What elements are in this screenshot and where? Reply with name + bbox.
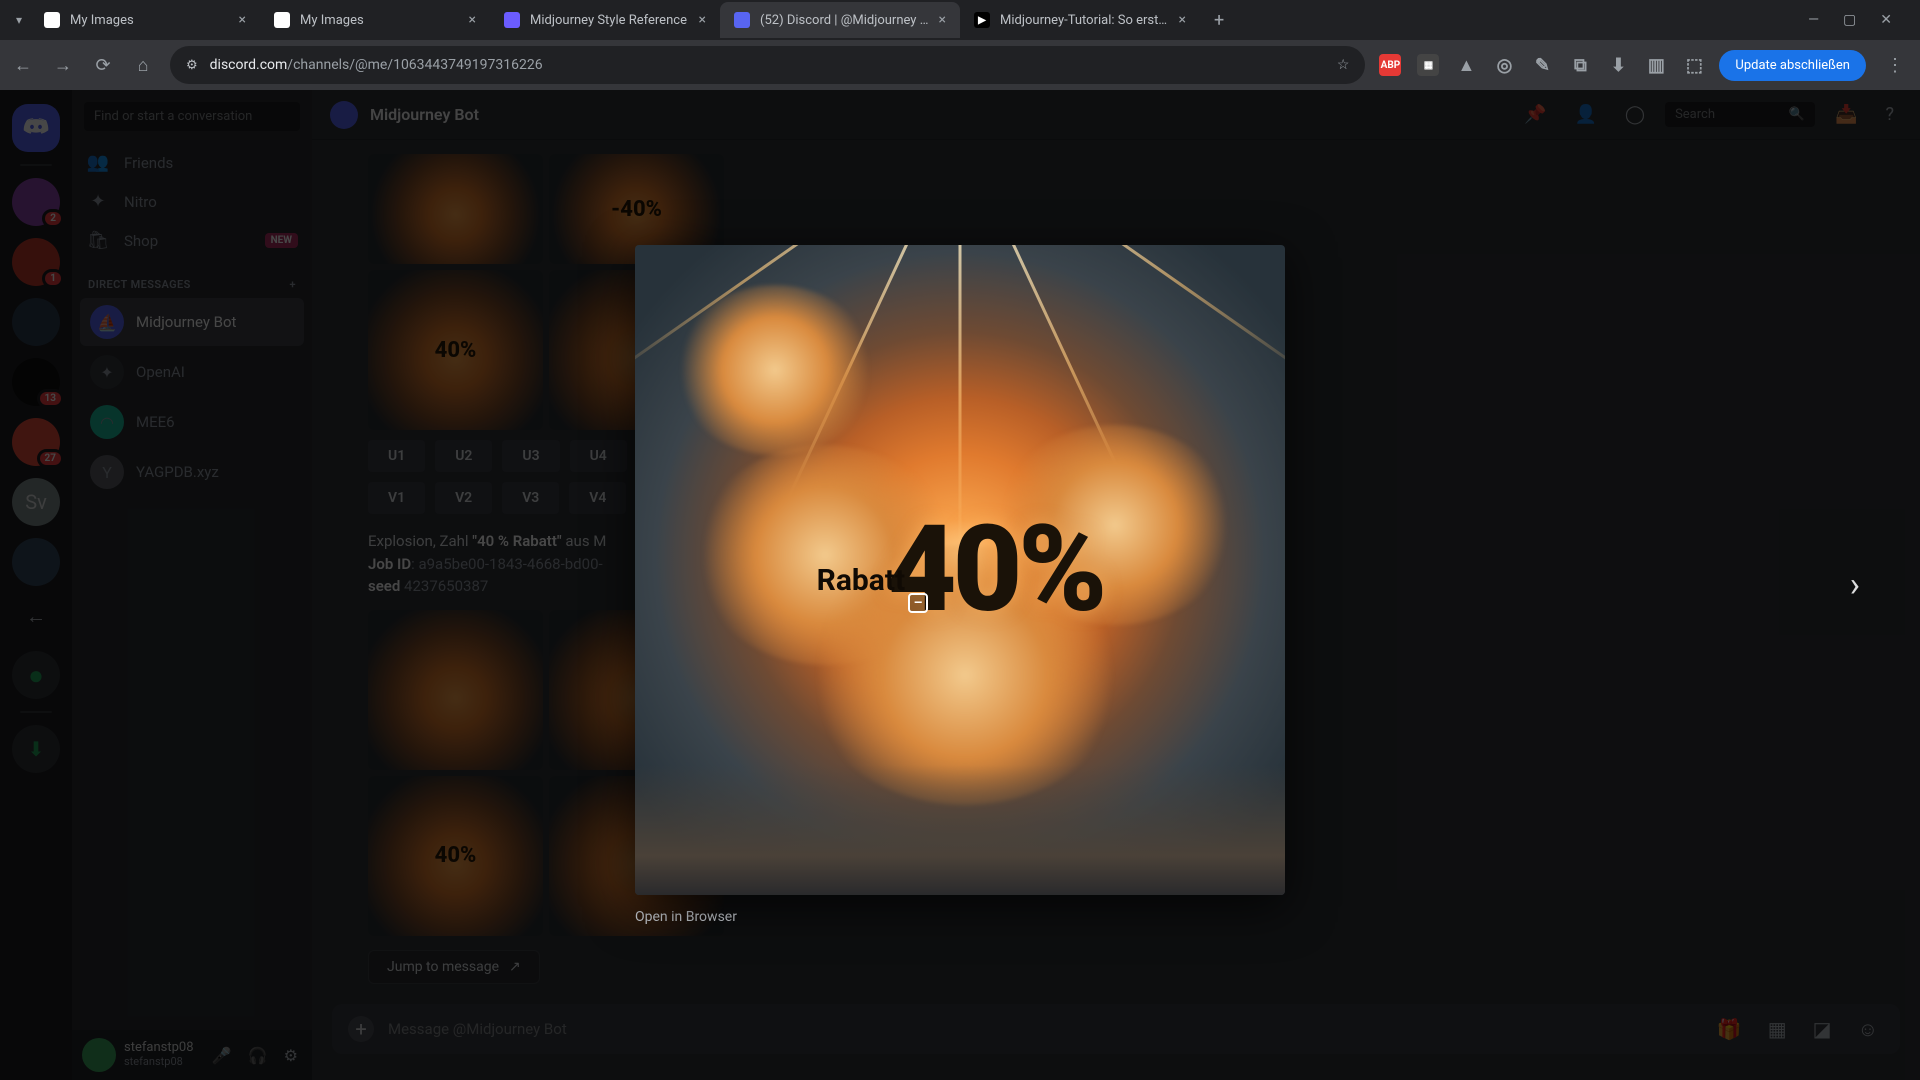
open-in-browser-link[interactable]: Open in Browser [635,895,1285,925]
tab-4[interactable]: ▶ Midjourney-Tutorial: So erstell × [960,2,1200,38]
address-bar[interactable]: ⚙ discord.com/channels/@me/1063443749197… [170,46,1365,84]
tab-title: Midjourney-Tutorial: So erstell [1000,13,1169,28]
update-button[interactable]: Update abschließen [1719,50,1866,81]
tab-title: My Images [70,13,229,28]
url-path: /channels/@me/1063443749197316226 [287,57,542,73]
favicon [734,12,750,28]
favicon [274,12,290,28]
close-icon[interactable]: × [939,12,946,28]
close-icon[interactable]: × [1179,12,1186,28]
tab-3[interactable]: (52) Discord | @Midjourney Bot × [720,2,960,38]
extension-icon[interactable]: ◎ [1493,54,1515,76]
url-domain: discord.com [210,57,288,73]
profile-avatar-icon[interactable]: ⬚ [1683,54,1705,76]
window-maximize[interactable]: ▢ [1843,12,1856,28]
favicon [504,12,520,28]
image-text-40pct: 40% [887,500,1103,640]
downloads-icon[interactable]: ⬇ [1607,54,1629,76]
extension-icon[interactable]: ✎ [1531,54,1553,76]
tab-1[interactable]: My Images × [260,2,490,38]
tab-title: (52) Discord | @Midjourney Bot [760,13,929,28]
tab-title: My Images [300,13,459,28]
zoom-out-cursor-icon: – [908,593,928,613]
extension-icon[interactable]: ▦ [1417,54,1439,76]
lightbox-image[interactable]: Rabatt 40% – [635,245,1285,895]
window-close[interactable]: ✕ [1880,12,1892,28]
nav-back[interactable]: ← [10,55,36,76]
lightbox-next[interactable]: › [1820,535,1890,635]
image-text-rabatt: Rabatt [817,563,906,598]
tab-0[interactable]: My Images × [30,2,260,38]
new-tab-button[interactable]: + [1200,10,1238,31]
window-minimize[interactable]: — [1808,12,1819,28]
site-info-icon[interactable]: ⚙ [186,58,198,73]
sidepanel-icon[interactable]: ▥ [1645,54,1667,76]
nav-reload[interactable]: ⟳ [90,55,116,76]
tab-dropdown[interactable]: ▾ [8,13,30,27]
nav-home[interactable]: ⌂ [130,55,156,76]
favicon [44,12,60,28]
extension-icon[interactable]: ▲ [1455,54,1477,76]
extensions-puzzle-icon[interactable]: ⧉ [1569,54,1591,76]
chrome-menu-icon[interactable]: ⋮ [1880,55,1910,76]
extension-abp-icon[interactable]: ABP [1379,54,1401,76]
close-icon[interactable]: × [239,12,246,28]
bookmark-star-icon[interactable]: ☆ [1337,57,1350,73]
close-icon[interactable]: × [699,12,706,28]
tab-2[interactable]: Midjourney Style Reference × [490,2,720,38]
favicon: ▶ [974,12,990,28]
close-icon[interactable]: × [469,12,476,28]
tab-title: Midjourney Style Reference [530,13,689,28]
nav-forward[interactable]: → [50,55,76,76]
